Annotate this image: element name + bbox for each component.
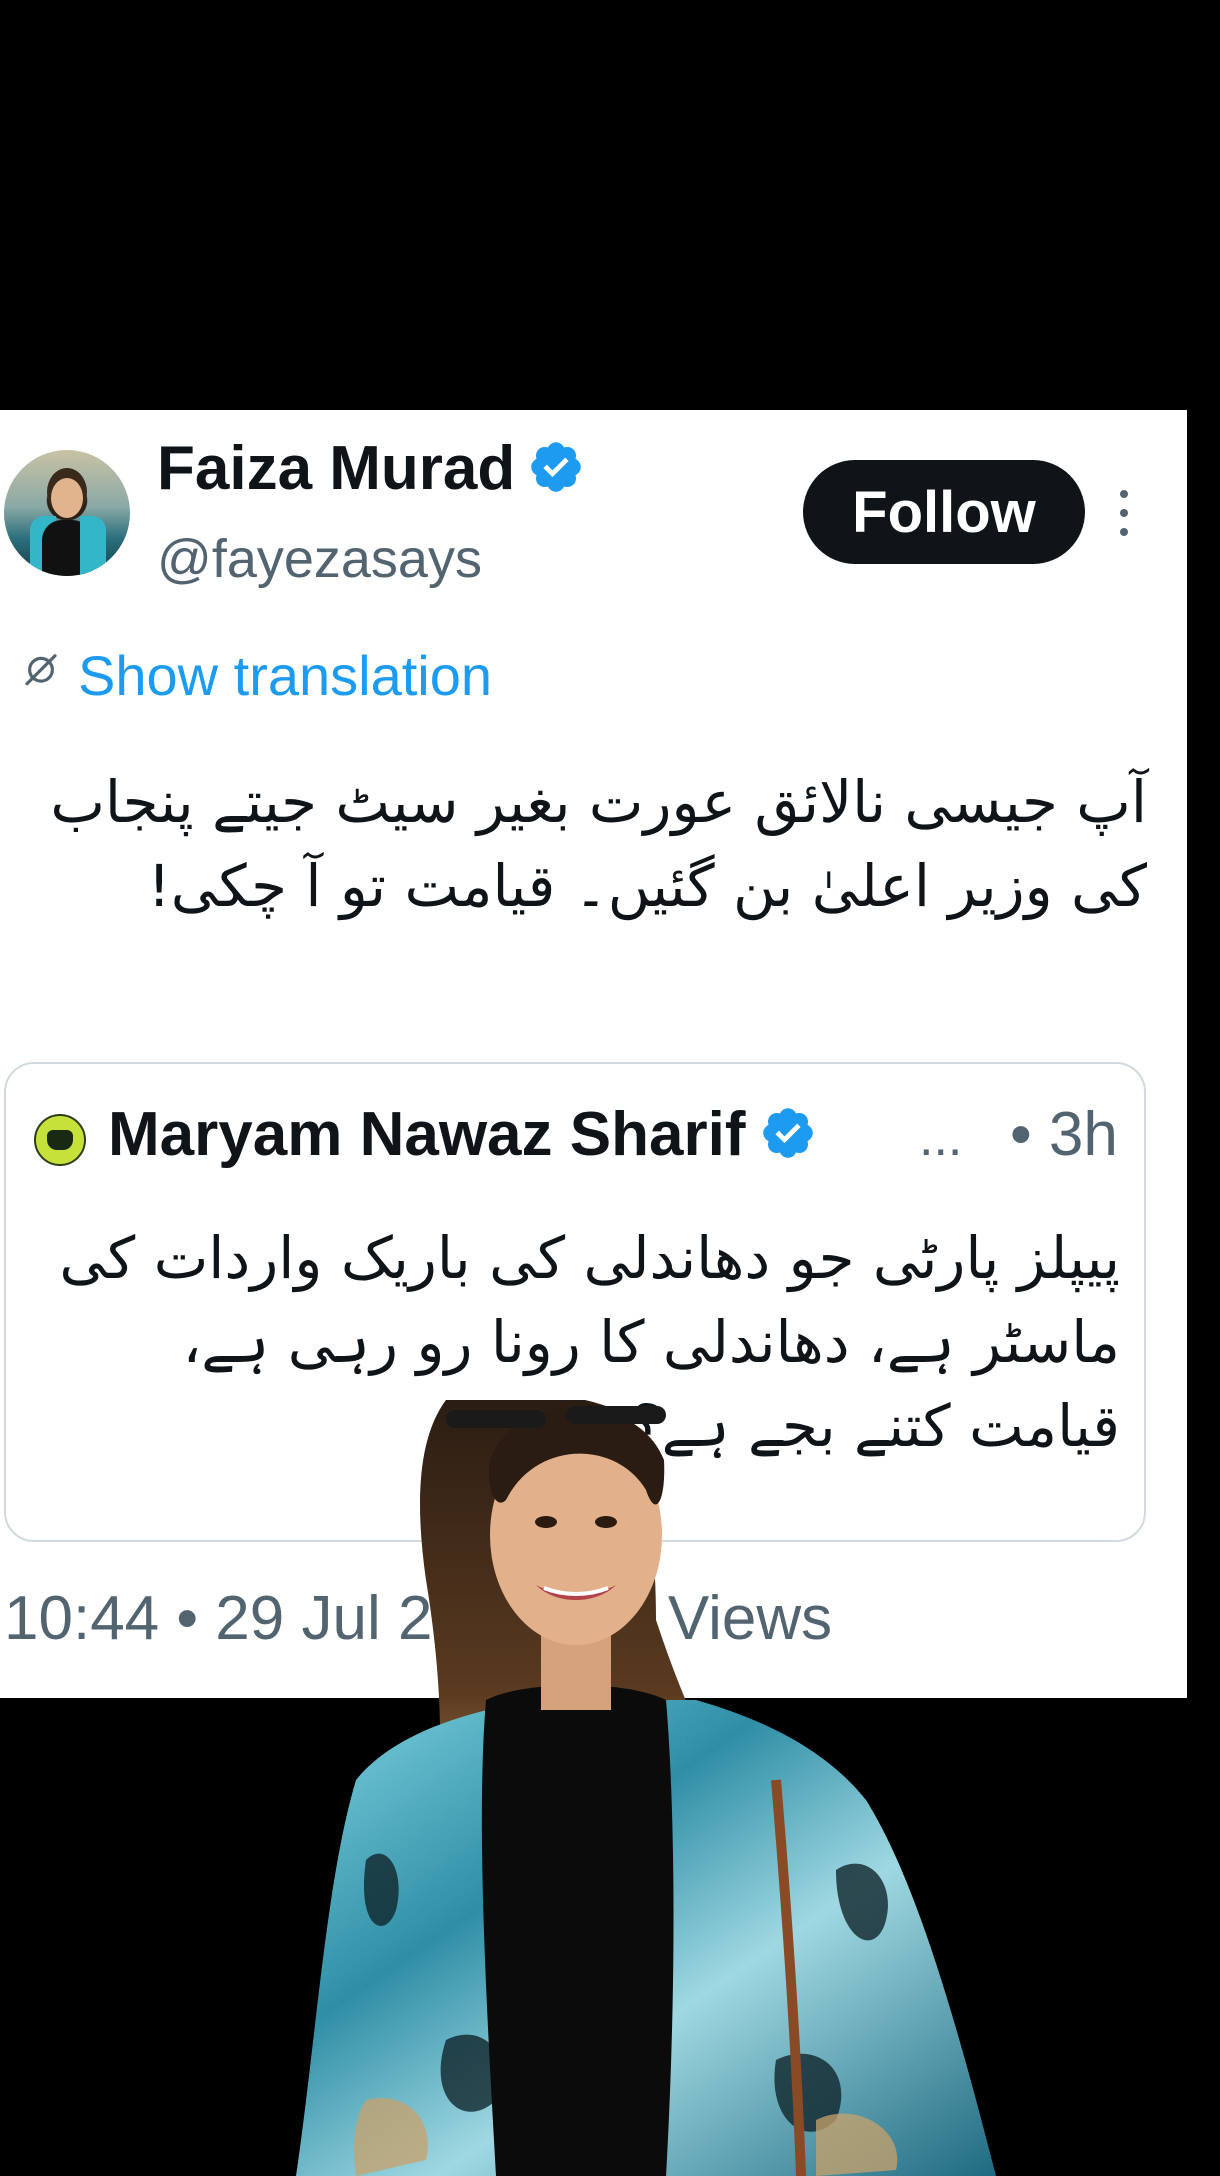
quoted-author-name[interactable]: Maryam Nawaz Sharif [108,1104,817,1168]
more-dot [1120,509,1128,517]
party-logo-icon [47,1130,73,1150]
author-handle[interactable]: @fayezasays [157,532,482,586]
tweet-text: آپ جیسی نالائق عورت بغیر سیٹ جیتے پنجاب … [50,768,1147,920]
quoted-author-name-text[interactable]: Maryam Nawaz Sharif [108,1100,745,1169]
quoted-author-avatar[interactable] [34,1114,86,1166]
translate-icon [25,654,57,686]
author-name-text[interactable]: Faiza Murad [157,434,515,503]
verified-badge-icon [531,441,582,492]
follow-button[interactable]: Follow [803,460,1085,564]
woman-cutout-photo [296,1400,996,2176]
avatar-head [51,478,83,518]
show-translation-label[interactable]: Show translation [78,648,492,704]
more-dot [1120,528,1128,536]
author-avatar[interactable] [4,450,130,576]
verified-badge-icon [763,1107,814,1158]
quoted-name-ellipsis: ... [919,1109,963,1167]
avatar-scarf-right [80,516,106,576]
quoted-timestamp[interactable]: • 3h [1010,1104,1118,1166]
more-dot [1120,490,1128,498]
more-options-icon[interactable] [1112,490,1136,536]
show-translation-link[interactable]: Show translation [20,648,492,704]
author-display-name[interactable]: Faiza Murad [157,438,585,502]
